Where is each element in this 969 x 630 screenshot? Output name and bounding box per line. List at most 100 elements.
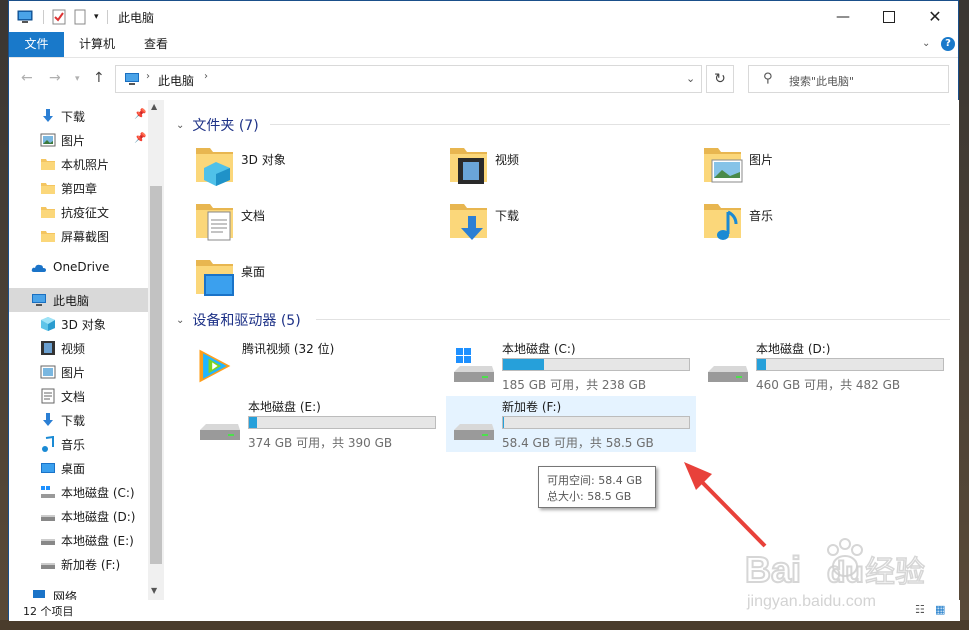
navigation-bar: ← → ▾ ↑ › 此电脑 › ⌄ ↻ ⚲ 搜索"此电脑" [9,58,958,100]
drive-f[interactable]: 新加卷 (F:) 58.4 GB 可用，共 58.5 GB [446,396,696,452]
drives-group-header[interactable]: ⌄ 设备和驱动器 (5) [176,310,301,330]
address-bar[interactable]: › 此电脑 › ⌄ [115,65,702,93]
folder-videos[interactable]: 视频 [418,142,658,192]
desktop-background-bottom [0,620,969,630]
scroll-down-icon[interactable]: ▼ [151,586,157,595]
sidebar-item-network[interactable]: 网络 [9,584,149,600]
sidebar-item-3d-objects[interactable]: 3D 对象 [9,312,149,336]
sidebar-item-chapter-four[interactable]: 第四章 [9,176,149,200]
window-title: 此电脑 [118,11,155,25]
content-pane: ⌄ 文件夹 (7) 3D 对象 视频 图片 文档 下载 音乐 桌面 ⌄ 设备和驱… [164,100,959,600]
expand-ribbon-chevron-icon[interactable]: ⌄ [922,38,930,49]
folder-name: 3D 对象 [241,153,286,167]
folder-name: 音乐 [749,209,774,223]
sidebar-item-this-pc[interactable]: 此电脑 [9,288,149,312]
sidebar-item-label: 本地磁盘 (D:) [61,510,136,524]
drive-usage-fill [503,417,505,428]
drive-usage-bar [756,358,944,371]
refresh-button[interactable]: ↻ [706,65,734,93]
sidebar-item-label: OneDrive [53,260,110,274]
collapse-chevron-icon[interactable]: ⌄ [176,120,184,131]
drive-icon [454,424,494,440]
sidebar-item-local-photos[interactable]: 本机照片 [9,152,149,176]
folders-group-header[interactable]: ⌄ 文件夹 (7) [176,115,259,135]
breadcrumb-separator-icon: › [146,71,150,82]
close-icon: ✕ [928,7,942,26]
drive-usage-fill [503,359,545,370]
sidebar-item-documents[interactable]: 文档 [9,384,149,408]
minimize-button[interactable]: — [820,1,866,32]
collapse-chevron-icon[interactable]: ⌄ [176,315,184,326]
sidebar-item-drive-f[interactable]: 新加卷 (F:) [9,552,149,576]
sidebar-item-onedrive[interactable]: OneDrive [9,256,149,280]
new-file-icon[interactable] [74,9,86,25]
tab-file[interactable]: 文件 [9,32,64,57]
folder-3d-objects[interactable]: 3D 对象 [164,142,404,192]
desktop-icon [41,463,55,473]
folder-downloads[interactable]: 下载 [418,198,658,248]
tab-view[interactable]: 查看 [133,32,179,57]
large-icons-view-icon[interactable]: ▦ [935,603,945,616]
sidebar-item-pictures-pinned[interactable]: 图片 📌 [9,128,149,152]
drive-usage-bar [502,358,690,371]
details-view-icon[interactable]: ☷ [915,603,925,616]
drive-d[interactable]: 本地磁盘 (D:) 460 GB 可用，共 482 GB [700,338,950,394]
breadcrumb-chevron-icon[interactable]: › [204,71,208,82]
folder-music[interactable]: 音乐 [672,198,912,248]
sidebar-item-drive-c[interactable]: 本地磁盘 (C:) [9,480,149,504]
sidebar-item-screenshots[interactable]: 屏幕截图 [9,224,149,248]
drive-name: 新加卷 (F:) [502,400,562,414]
back-arrow-icon[interactable]: ← [21,70,33,86]
download-icon [43,413,53,426]
pictures-icon [40,133,56,147]
drive-free-space: 58.4 GB 可用，共 58.5 GB [502,436,654,450]
group-divider [316,319,950,320]
properties-icon[interactable] [52,9,66,25]
pin-icon[interactable]: 📌 [134,133,146,144]
video-icon [41,341,55,355]
drive-name: 本地磁盘 (C:) [502,342,576,356]
sidebar-item-essay[interactable]: 抗疫征文 [9,200,149,224]
address-dropdown-chevron-icon[interactable]: ⌄ [686,72,695,85]
folder-icon [41,231,55,242]
drive-free-space: 185 GB 可用，共 238 GB [502,378,647,392]
sidebar-item-downloads-pinned[interactable]: 下载 📌 [9,104,149,128]
sidebar-scrollbar[interactable]: ▲ ▼ [148,100,164,600]
sidebar-item-pictures[interactable]: 图片 [9,360,149,384]
folder-pictures[interactable]: 图片 [672,142,912,192]
sidebar-item-label: 下载 [61,110,86,124]
maximize-button[interactable] [866,1,912,32]
computer-icon [125,73,139,85]
help-icon[interactable]: ? [941,37,955,51]
sidebar-item-drive-e[interactable]: 本地磁盘 (E:) [9,528,149,552]
drive-free-space: 460 GB 可用，共 482 GB [756,378,901,392]
device-tencent-video[interactable]: 腾讯视频 (32 位) [186,338,436,394]
sidebar-item-videos[interactable]: 视频 [9,336,149,360]
onedrive-icon [31,264,46,272]
up-arrow-icon[interactable]: ↑ [93,70,105,86]
music-folder-icon [704,204,741,240]
sidebar-item-music[interactable]: 音乐 [9,432,149,456]
recent-locations-chevron-icon[interactable]: ▾ [75,74,80,84]
quick-access-toolbar: ▾ [17,8,108,25]
search-box[interactable]: ⚲ 搜索"此电脑" [748,65,949,93]
navigation-pane: 下载 📌 图片 📌 本机照片 第四章 抗疫征文 屏幕截图 OneDrive 此电… [9,100,164,600]
close-button[interactable]: ✕ [912,1,958,32]
search-icon: ⚲ [763,71,773,86]
tencent-video-icon [199,349,231,383]
breadcrumb-current[interactable]: 此电脑 [158,72,194,89]
drive-e[interactable]: 本地磁盘 (E:) 374 GB 可用，共 390 GB [192,396,442,452]
pin-icon[interactable]: 📌 [134,109,146,120]
folder-desktop[interactable]: 桌面 [164,254,404,304]
forward-arrow-icon[interactable]: → [49,70,61,86]
drive-c[interactable]: 本地磁盘 (C:) 185 GB 可用，共 238 GB [446,338,696,394]
sidebar-item-drive-d[interactable]: 本地磁盘 (D:) [9,504,149,528]
folder-documents[interactable]: 文档 [164,198,404,248]
drive-usage-fill [757,359,766,370]
scrollbar-thumb[interactable] [150,186,162,564]
scroll-up-icon[interactable]: ▲ [151,102,157,111]
tab-computer[interactable]: 计算机 [67,32,127,57]
sidebar-item-desktop[interactable]: 桌面 [9,456,149,480]
video-folder-icon [450,148,487,184]
sidebar-item-downloads[interactable]: 下载 [9,408,149,432]
